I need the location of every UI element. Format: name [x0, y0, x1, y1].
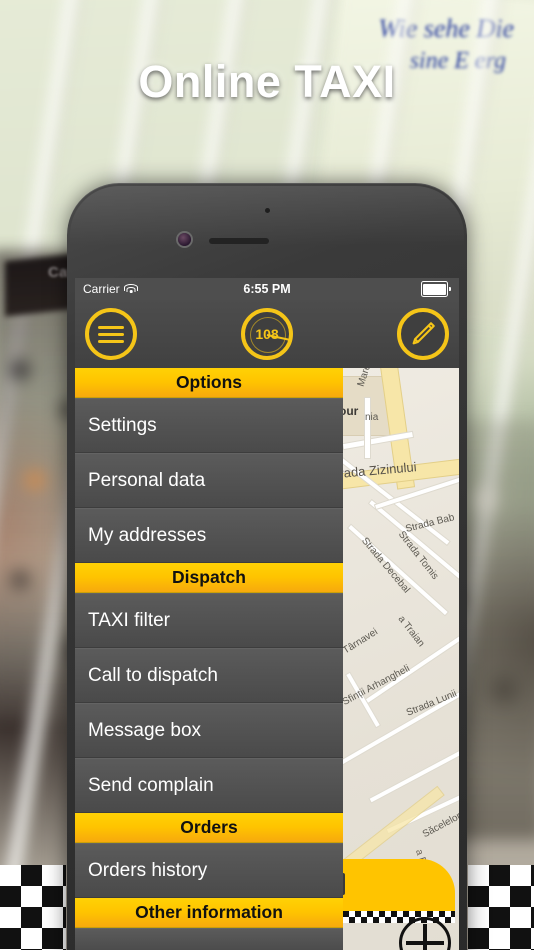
menu-item-partial[interactable]: [75, 928, 343, 950]
menu-item-orders-history[interactable]: Orders history: [75, 843, 343, 898]
menu-item-settings[interactable]: Settings: [75, 398, 343, 453]
radar-button[interactable]: 108: [241, 308, 293, 360]
battery-tip: [449, 287, 451, 291]
menu-item-label: TAXI filter: [88, 609, 170, 631]
side-menu: Options Settings Personal data My addres…: [75, 368, 343, 950]
menu-item-my-addresses[interactable]: My addresses: [75, 508, 343, 563]
menu-section-other-information: Other information: [75, 898, 343, 928]
menu-item-label: Send complain: [88, 774, 214, 796]
phone-screen: Carrier 6:55 PM 108 Options Settings Per…: [75, 278, 459, 950]
menu-item-label: Message box: [88, 719, 202, 741]
battery-icon: [420, 281, 448, 297]
menu-item-label: Call to dispatch: [88, 664, 218, 686]
menu-section-orders: Orders: [75, 813, 343, 843]
menu-button[interactable]: [85, 308, 137, 360]
checkerboard-strip-left: [0, 865, 66, 950]
menu-item-taxi-filter[interactable]: TAXI filter: [75, 593, 343, 648]
map-panel[interactable]: Mare our nia Strada Zizinului Strada Bab…: [343, 368, 459, 950]
menu-item-send-complain[interactable]: Send complain: [75, 758, 343, 813]
menu-section-options: Options: [75, 368, 343, 398]
wifi-icon: [124, 284, 139, 294]
phone-mockup: Carrier 6:55 PM 108 Options Settings Per…: [67, 183, 467, 950]
status-bar: Carrier 6:55 PM: [75, 278, 459, 300]
page-title: Online TAXI: [138, 56, 396, 107]
menu-item-label: Personal data: [88, 469, 206, 491]
status-bar-right: [420, 281, 451, 297]
app-toolbar: 108: [75, 300, 459, 368]
menu-item-message-box[interactable]: Message box: [75, 703, 343, 758]
menu-item-personal-data[interactable]: Personal data: [75, 453, 343, 508]
phone-bezel-highlight: [70, 186, 464, 246]
earpiece-speaker: [209, 238, 269, 244]
radar-value: 108: [255, 326, 279, 342]
map-label: our: [343, 404, 359, 418]
menu-item-label: Orders history: [88, 859, 208, 881]
status-bar-left: Carrier: [83, 282, 139, 296]
checkerboard-strip-right: [468, 865, 534, 950]
map-label: nia: [365, 412, 379, 423]
menu-item-label: My addresses: [88, 524, 207, 546]
menu-item-call-to-dispatch[interactable]: Call to dispatch: [75, 648, 343, 703]
screen-content: Options Settings Personal data My addres…: [75, 368, 459, 950]
proximity-sensor-icon: [265, 208, 270, 213]
map-road: [365, 398, 370, 458]
taxi-marker-icon: [343, 859, 455, 923]
edit-button[interactable]: [397, 308, 449, 360]
pencil-icon: [412, 322, 435, 345]
menu-item-label: Settings: [88, 414, 157, 436]
hamburger-menu-icon: [98, 322, 124, 347]
carrier-label: Carrier: [83, 282, 120, 296]
screenshot-stage: Wie sehe Die sine E erg Caffè Online TAX…: [0, 0, 534, 950]
front-camera-icon: [178, 233, 191, 246]
menu-section-dispatch: Dispatch: [75, 563, 343, 593]
taxi-window: [343, 873, 345, 895]
